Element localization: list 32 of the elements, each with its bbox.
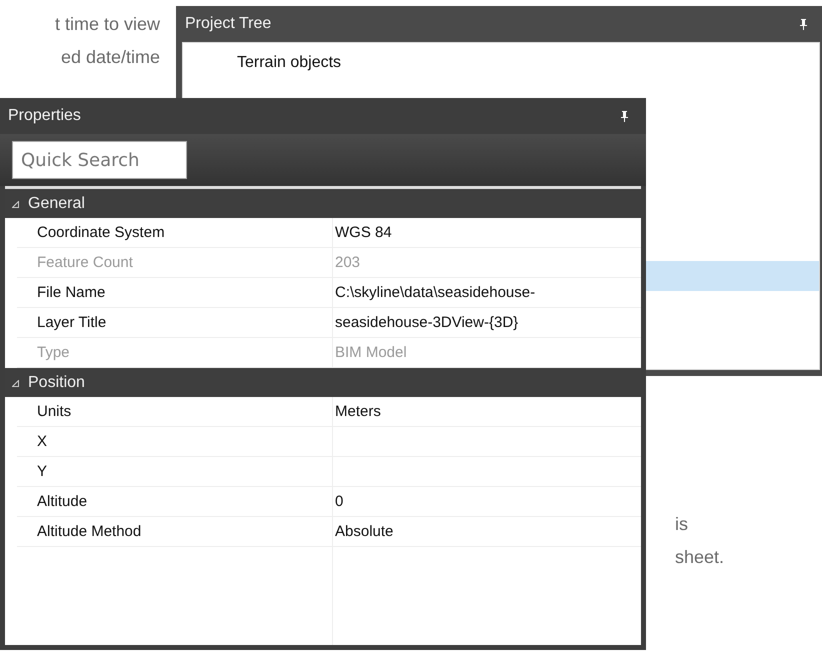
panel-title: Project Tree xyxy=(185,15,272,33)
document-text: ed date/time xyxy=(60,46,160,69)
property-name: Y xyxy=(17,457,333,487)
expand-icon[interactable] xyxy=(12,380,19,386)
property-value: 203 xyxy=(333,248,641,278)
category-header[interactable]: General xyxy=(5,189,641,218)
pin-icon[interactable] xyxy=(799,18,808,30)
search-field[interactable]: Quick Search xyxy=(12,141,187,179)
property-value: 0 xyxy=(333,487,641,517)
expand-icon[interactable] xyxy=(12,200,19,208)
property-name: Altitude xyxy=(17,487,333,517)
property-name: Layer Title xyxy=(17,308,333,338)
document-text: sheet. xyxy=(675,546,724,569)
property-name: Altitude Method xyxy=(17,517,333,547)
property-name: Units xyxy=(17,397,333,427)
property-name: File Name xyxy=(17,278,333,308)
panel-title: Properties xyxy=(8,107,81,125)
property-value: WGS 84 xyxy=(333,218,641,248)
category-label: Position xyxy=(28,374,85,392)
pin-icon[interactable] xyxy=(620,110,629,122)
category-header[interactable]: Position xyxy=(5,368,641,397)
property-name: Coordinate System xyxy=(17,218,333,248)
category-label: General xyxy=(28,195,85,213)
tree-item[interactable]: Terrain objects xyxy=(183,49,819,76)
document-text: t time to view xyxy=(54,13,160,36)
document-text: is xyxy=(675,513,689,536)
property-value: Absolute xyxy=(333,517,641,547)
property-name: Feature Count xyxy=(17,248,333,278)
property-value: Meters xyxy=(333,397,641,427)
property-value: C:\skyline\data\seasidehouse- xyxy=(333,278,641,308)
property-name: X xyxy=(17,427,333,457)
property-value: seasidehouse-3DView-{3D} xyxy=(333,308,641,338)
